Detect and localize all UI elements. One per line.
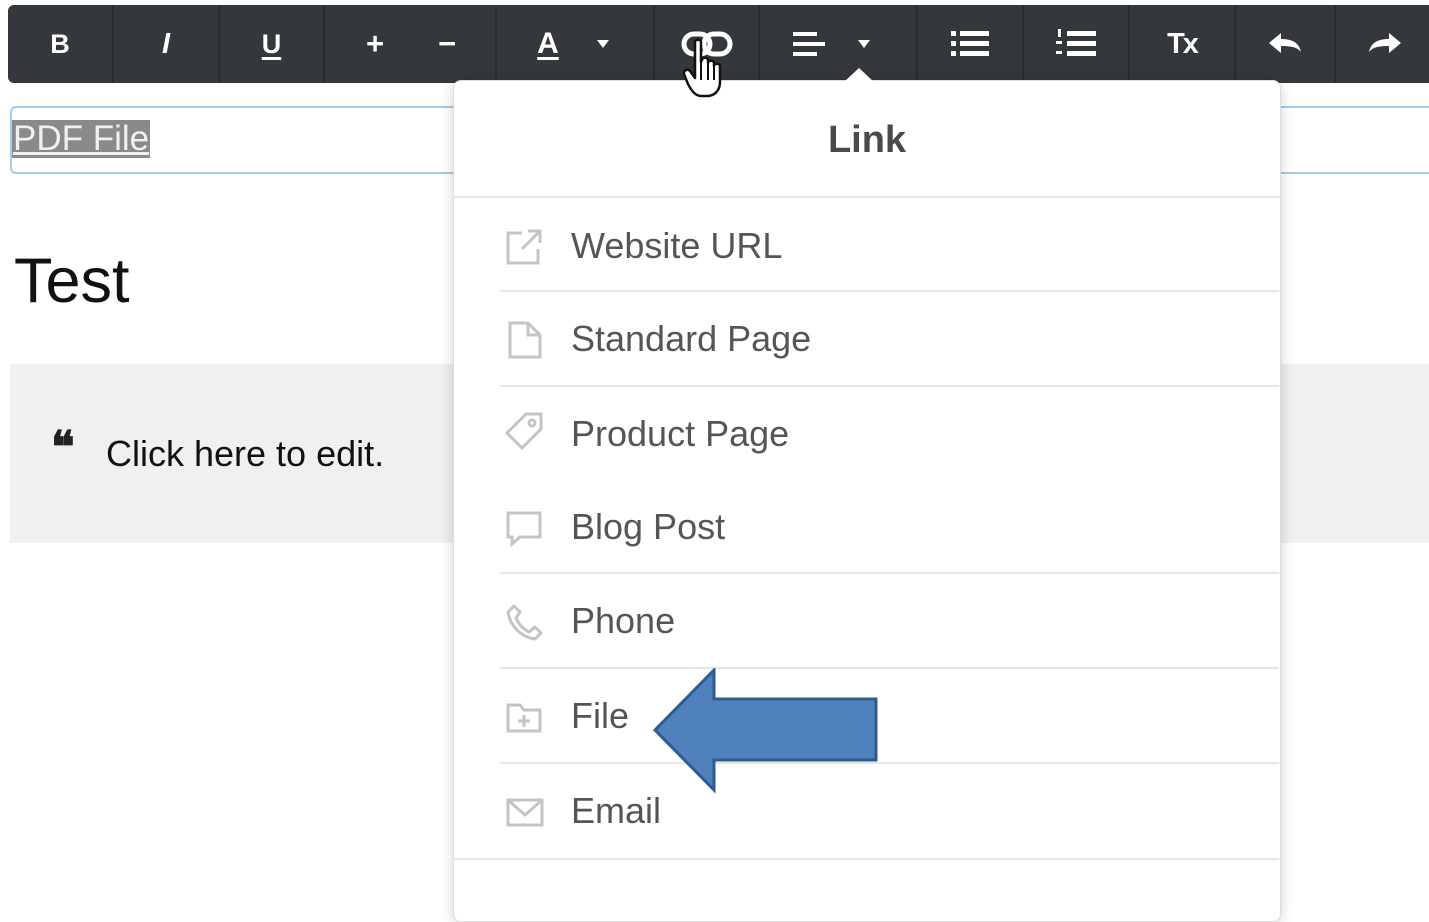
caret-down-icon	[597, 40, 609, 48]
link-option-label: Website URL	[571, 225, 783, 266]
decrease-font-button[interactable]: −	[411, 5, 483, 83]
link-option-label: Product Page	[571, 413, 790, 454]
divider	[500, 572, 1279, 574]
plus-icon: +	[365, 26, 385, 61]
folder-upload-icon	[506, 703, 542, 733]
toolbar-divider	[495, 5, 497, 83]
undo-icon	[1269, 33, 1301, 53]
undo-button[interactable]	[1236, 5, 1334, 83]
numbered-list-button[interactable]	[1024, 5, 1128, 83]
link-option-label: Blog Post	[571, 506, 726, 547]
link-option-file[interactable]: File	[500, 667, 1279, 761]
underline-button[interactable]: U	[220, 5, 323, 83]
redo-icon	[1369, 33, 1401, 53]
bullet-list-icon	[951, 31, 989, 56]
phone-icon	[506, 604, 543, 641]
link-option-label: File	[571, 695, 630, 736]
underline-icon: U	[261, 28, 282, 59]
toolbar-divider	[323, 5, 325, 83]
divider	[453, 858, 1279, 860]
bullet-list-button[interactable]	[918, 5, 1022, 83]
menu-caret	[844, 68, 874, 82]
annotation-arrow-icon	[652, 668, 878, 794]
hand-pointer-icon	[683, 38, 722, 98]
align-left-icon	[793, 32, 825, 56]
toolbar-divider	[758, 5, 760, 83]
page-heading[interactable]: Test	[14, 246, 130, 316]
divider	[500, 667, 1279, 669]
link-option-product-page[interactable]: Product Page	[500, 385, 1279, 479]
increase-font-button[interactable]: +	[339, 5, 411, 83]
italic-button[interactable]: I	[114, 5, 218, 83]
link-option-label: Phone	[571, 600, 676, 641]
external-link-icon	[506, 229, 542, 265]
link-option-blog-post[interactable]: Blog Post	[500, 478, 1279, 572]
divider	[500, 762, 1279, 764]
speech-bubble-icon	[506, 511, 542, 548]
link-menu-title: Link	[827, 119, 907, 161]
link-option-website-url[interactable]: Website URL	[500, 197, 1279, 291]
link-option-standard-page[interactable]: Standard Page	[500, 290, 1279, 384]
clear-formatting-icon: Tx	[1167, 27, 1199, 60]
link-option-email[interactable]: Email	[500, 762, 1279, 856]
redo-button[interactable]	[1336, 5, 1429, 83]
divider	[500, 385, 1279, 387]
link-option-phone[interactable]: Phone	[500, 572, 1279, 666]
numbered-list-icon	[1056, 29, 1096, 56]
text-color-button[interactable]: A	[513, 5, 583, 83]
bold-button[interactable]: B	[8, 5, 112, 83]
text-color-icon: A	[537, 27, 559, 60]
clear-formatting-button[interactable]: Tx	[1130, 5, 1234, 83]
align-button[interactable]	[778, 5, 840, 83]
caret-down-icon	[858, 40, 870, 48]
selected-link-text[interactable]: PDF File	[12, 120, 151, 158]
divider	[500, 290, 1279, 292]
link-option-label: Email	[571, 790, 662, 831]
quote-icon: ❝	[51, 422, 75, 473]
italic-icon: I	[161, 27, 171, 60]
quote-text[interactable]: Click here to edit.	[106, 432, 384, 476]
envelope-icon	[506, 798, 544, 827]
minus-icon: −	[437, 26, 457, 61]
text-color-dropdown[interactable]	[583, 5, 623, 83]
tag-icon	[504, 412, 543, 451]
link-option-label: Standard Page	[571, 318, 812, 359]
page-icon	[508, 321, 542, 359]
bold-icon: B	[50, 28, 70, 59]
